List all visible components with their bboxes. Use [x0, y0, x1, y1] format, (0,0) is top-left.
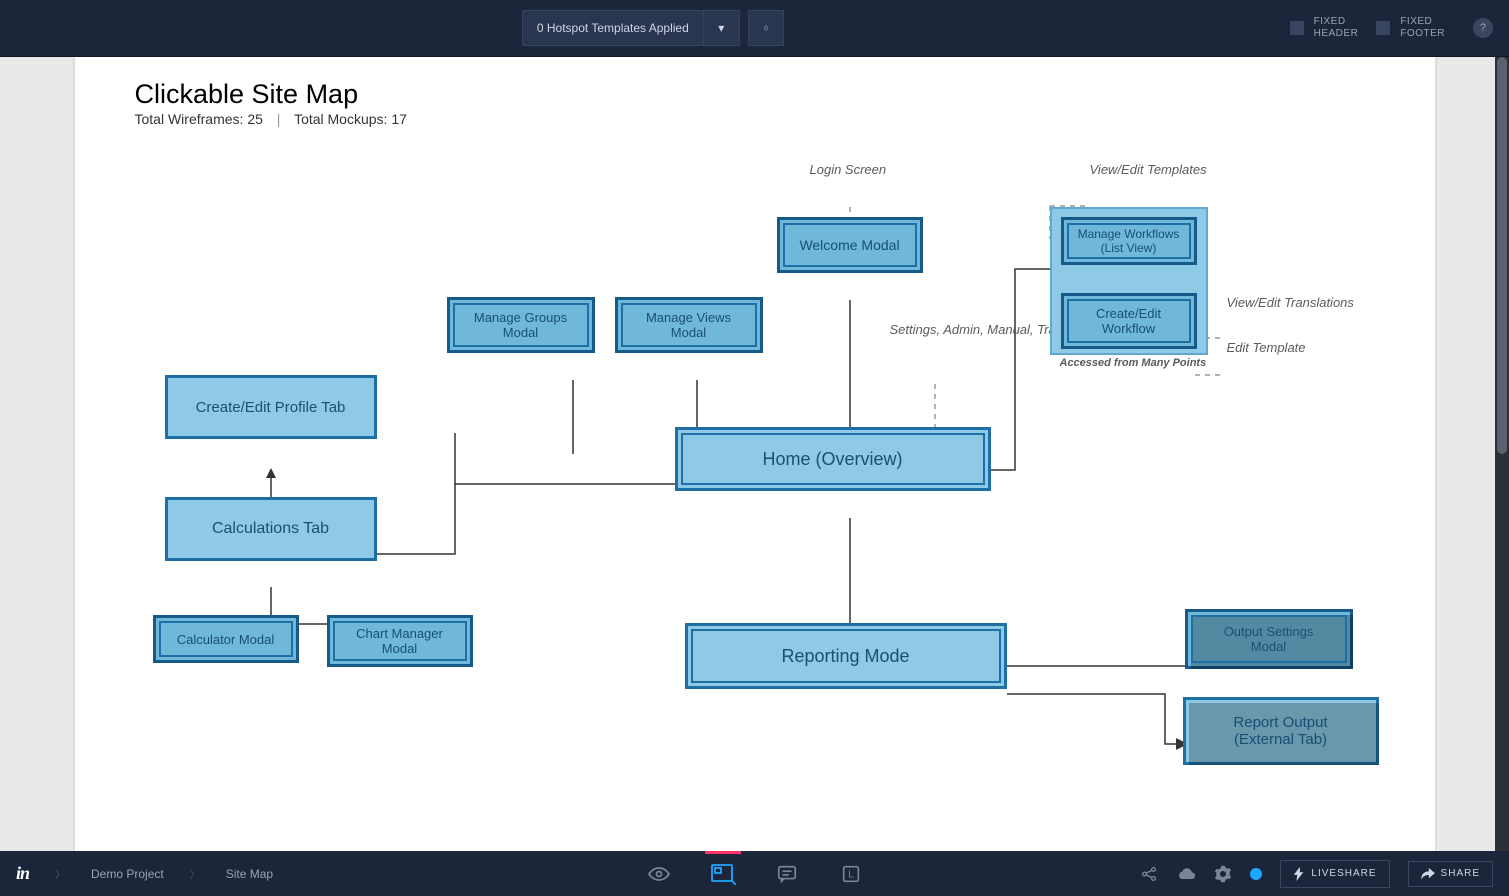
scrollbar[interactable]	[1495, 57, 1509, 851]
page-subtitle: Total Wireframes: 25 | Total Mockups: 17	[135, 111, 407, 127]
artboard[interactable]: Clickable Site Map Total Wireframes: 25 …	[75, 57, 1435, 851]
node-manage-workflows[interactable]: Manage Workflows (List View)	[1061, 217, 1197, 265]
node-label: Home (Overview)	[762, 449, 902, 470]
breadcrumb: in 〉 Demo Project 〉 Site Map	[16, 863, 273, 884]
eye-icon	[647, 862, 671, 886]
share-network-button[interactable]	[1140, 865, 1158, 883]
fixed-footer-toggle[interactable]: FIXED FOOTER	[1376, 16, 1445, 40]
note-login-screen: Login Screen	[810, 162, 887, 177]
liveshare-button[interactable]: LIVESHARE	[1280, 860, 1389, 888]
fixed-header-toggle[interactable]: FIXED HEADER	[1290, 16, 1359, 40]
checkbox-icon	[1290, 21, 1304, 35]
fixed-footer-label: FIXED FOOTER	[1400, 16, 1445, 40]
topbar: 0 Hotspot Templates Applied ▾ FIXED HEAD…	[0, 0, 1509, 57]
mode-switcher: L	[645, 860, 865, 888]
wireframes-count: 25	[247, 111, 263, 127]
node-calculator-modal[interactable]: Calculator Modal	[153, 615, 299, 663]
node-create-edit-profile[interactable]: Create/Edit Profile Tab	[165, 375, 377, 439]
wireframes-label: Total Wireframes:	[135, 111, 244, 127]
history-mode-button[interactable]: L	[837, 860, 865, 888]
node-calculations-tab[interactable]: Calculations Tab	[165, 497, 377, 561]
node-manage-groups[interactable]: Manage Groups Modal	[447, 297, 595, 353]
node-reporting-mode[interactable]: Reporting Mode	[685, 623, 1007, 689]
share-label: SHARE	[1441, 868, 1480, 879]
gear-icon	[1214, 865, 1232, 883]
node-home[interactable]: Home (Overview)	[675, 427, 991, 491]
cloud-icon	[1176, 866, 1196, 882]
node-label: Calculations Tab	[212, 520, 329, 538]
chevron-down-icon: ▾	[718, 21, 724, 35]
hotspot-templates-pill[interactable]: 0 Hotspot Templates Applied	[522, 10, 704, 46]
bottombar: in 〉 Demo Project 〉 Site Map L	[0, 851, 1509, 896]
breadcrumb-page[interactable]: Site Map	[226, 867, 273, 881]
settings-button[interactable]	[1214, 865, 1232, 883]
svg-text:L: L	[848, 869, 854, 880]
status-indicator[interactable]	[1250, 868, 1262, 880]
breadcrumb-project[interactable]: Demo Project	[91, 867, 164, 881]
help-icon: ?	[1480, 22, 1486, 34]
node-label: Manage Groups Modal	[474, 310, 567, 340]
hotspot-templates-label: 0 Hotspot Templates Applied	[537, 21, 689, 35]
preview-mode-button[interactable]	[645, 860, 673, 888]
build-mode-button[interactable]	[709, 860, 737, 888]
node-welcome-modal[interactable]: Welcome Modal	[777, 217, 923, 273]
node-label: Calculator Modal	[177, 632, 275, 647]
node-label: Chart Manager Modal	[356, 626, 443, 656]
topbar-right: FIXED HEADER FIXED FOOTER ?	[1290, 16, 1493, 40]
share-network-icon	[1140, 865, 1158, 883]
mockups-label: Total Mockups:	[294, 111, 387, 127]
stopwatch-icon	[763, 20, 769, 36]
node-label: Create/Edit Profile Tab	[196, 399, 346, 416]
note-accessed-many: Accessed from Many Points	[1060, 357, 1207, 369]
share-arrow-icon	[1421, 868, 1435, 880]
hotspot-icon	[710, 863, 736, 885]
fixed-header-label: FIXED HEADER	[1314, 16, 1359, 40]
share-button[interactable]: SHARE	[1408, 861, 1493, 887]
node-label: Output Settings Modal	[1224, 624, 1314, 654]
node-create-edit-workflow[interactable]: Create/Edit Workflow	[1061, 293, 1197, 349]
node-manage-views[interactable]: Manage Views Modal	[615, 297, 763, 353]
node-chart-manager-modal[interactable]: Chart Manager Modal	[327, 615, 473, 667]
canvas-viewport[interactable]: Clickable Site Map Total Wireframes: 25 …	[0, 57, 1509, 851]
topbar-center: 0 Hotspot Templates Applied ▾	[522, 10, 784, 46]
timer-button[interactable]	[748, 10, 784, 46]
note-edit-template: Edit Template	[1227, 340, 1306, 355]
help-button[interactable]: ?	[1473, 18, 1493, 38]
bolt-icon	[1293, 867, 1305, 881]
note-view-edit-templates: View/Edit Templates	[1090, 162, 1207, 177]
scrollbar-thumb[interactable]	[1497, 57, 1507, 454]
chevron-right-icon: 〉	[190, 866, 200, 881]
node-label: Welcome Modal	[799, 237, 899, 253]
bottombar-right: LIVESHARE SHARE	[1140, 860, 1493, 888]
liveshare-label: LIVESHARE	[1311, 868, 1376, 879]
cloud-button[interactable]	[1176, 866, 1196, 882]
hotspot-templates-dropdown[interactable]: ▾	[704, 10, 740, 46]
node-report-output[interactable]: Report Output (External Tab)	[1183, 697, 1379, 765]
node-output-settings-modal[interactable]: Output Settings Modal	[1185, 609, 1353, 669]
node-label: Reporting Mode	[781, 646, 909, 667]
node-label: Manage Workflows (List View)	[1078, 227, 1180, 255]
mockups-count: 17	[391, 111, 407, 127]
comment-mode-button[interactable]	[773, 860, 801, 888]
node-label: Report Output (External Tab)	[1233, 714, 1327, 748]
page-title: Clickable Site Map	[135, 79, 359, 110]
chevron-right-icon: 〉	[55, 866, 65, 881]
note-view-edit-translations: View/Edit Translations	[1227, 295, 1354, 310]
divider: |	[277, 111, 281, 127]
history-icon: L	[840, 863, 862, 885]
checkbox-icon	[1376, 21, 1390, 35]
comment-icon	[776, 863, 798, 885]
invision-logo[interactable]: in	[16, 863, 29, 884]
node-label: Manage Views Modal	[646, 310, 731, 340]
node-label: Create/Edit Workflow	[1096, 306, 1161, 336]
